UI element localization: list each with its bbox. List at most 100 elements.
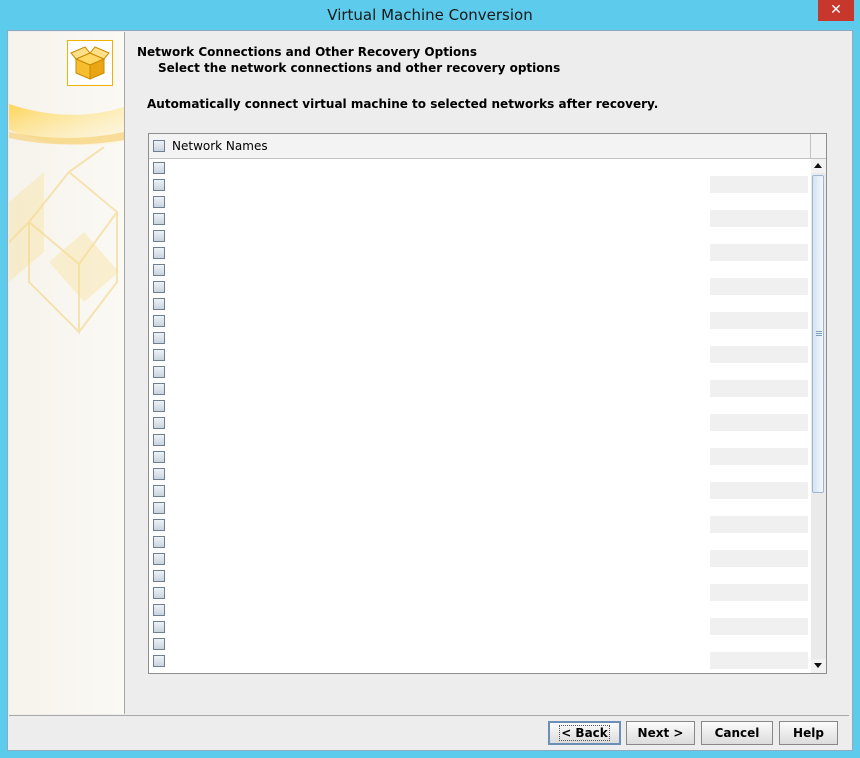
table-row[interactable] — [149, 431, 810, 448]
help-button[interactable]: Help — [779, 721, 838, 745]
network-checkbox[interactable] — [153, 264, 165, 276]
grip-line — [816, 333, 822, 334]
table-row[interactable] — [149, 618, 810, 635]
table-row[interactable] — [149, 482, 810, 499]
network-checkbox[interactable] — [153, 298, 165, 310]
select-all-checkbox[interactable] — [153, 140, 165, 152]
cancel-button[interactable]: Cancel — [701, 721, 773, 745]
network-checkbox[interactable] — [153, 400, 165, 412]
table-row[interactable] — [149, 380, 810, 397]
network-checkbox[interactable] — [153, 247, 165, 259]
network-rows — [149, 159, 810, 673]
network-checkbox[interactable] — [153, 213, 165, 225]
table-row[interactable] — [149, 414, 810, 431]
table-row[interactable] — [149, 635, 810, 652]
network-checkbox[interactable] — [153, 383, 165, 395]
table-header: Network Names — [149, 134, 826, 159]
row-stripe — [710, 482, 808, 499]
scroll-up-button[interactable] — [811, 159, 826, 173]
network-checkbox[interactable] — [153, 655, 165, 667]
scroll-down-button[interactable] — [811, 659, 826, 673]
back-button-label: < Back — [559, 725, 610, 741]
arrow-down-icon — [814, 663, 822, 668]
network-checkbox[interactable] — [153, 468, 165, 480]
scroll-thumb[interactable] — [812, 175, 824, 493]
network-checkbox[interactable] — [153, 485, 165, 497]
vertical-scrollbar[interactable] — [811, 159, 826, 673]
table-row[interactable] — [149, 295, 810, 312]
table-row[interactable] — [149, 210, 810, 227]
network-checkbox[interactable] — [153, 230, 165, 242]
table-row[interactable] — [149, 584, 810, 601]
network-checkbox[interactable] — [153, 587, 165, 599]
network-checkbox[interactable] — [153, 451, 165, 463]
table-row[interactable] — [149, 278, 810, 295]
table-row[interactable] — [149, 397, 810, 414]
wizard-content: Network Connections and Other Recovery O… — [125, 32, 849, 714]
title-bar: Virtual Machine Conversion ✕ — [0, 0, 860, 30]
network-checkbox[interactable] — [153, 502, 165, 514]
table-row[interactable] — [149, 159, 810, 176]
table-row[interactable] — [149, 261, 810, 278]
table-row[interactable] — [149, 448, 810, 465]
table-row[interactable] — [149, 227, 810, 244]
table-row[interactable] — [149, 363, 810, 380]
table-row[interactable] — [149, 550, 810, 567]
table-row[interactable] — [149, 652, 810, 669]
table-row[interactable] — [149, 329, 810, 346]
network-checkbox[interactable] — [153, 519, 165, 531]
network-checkbox[interactable] — [153, 332, 165, 344]
table-row[interactable] — [149, 244, 810, 261]
network-checkbox[interactable] — [153, 366, 165, 378]
table-row[interactable] — [149, 465, 810, 482]
row-stripe — [710, 210, 808, 227]
close-button[interactable]: ✕ — [818, 0, 854, 21]
network-checkbox[interactable] — [153, 196, 165, 208]
button-bar-separator — [9, 715, 849, 716]
row-stripe — [710, 618, 808, 635]
network-checkbox[interactable] — [153, 315, 165, 327]
row-stripe — [710, 516, 808, 533]
table-row[interactable] — [149, 601, 810, 618]
truncated-row-text: ... ... ... ... ... ... ... ... ... ... … — [189, 669, 473, 673]
page-title: Network Connections and Other Recovery O… — [137, 45, 477, 59]
network-checkbox[interactable] — [153, 638, 165, 650]
network-checkbox[interactable] — [153, 162, 165, 174]
row-stripe — [710, 278, 808, 295]
table-row[interactable] — [149, 193, 810, 210]
back-button[interactable]: < Back — [548, 721, 621, 745]
network-checkbox[interactable] — [153, 179, 165, 191]
network-checkbox[interactable] — [153, 621, 165, 633]
row-stripe — [710, 176, 808, 193]
wizard-side-panel — [9, 32, 125, 714]
decorative-box-watermark — [9, 104, 124, 335]
row-stripe — [710, 652, 808, 669]
network-checkbox[interactable] — [153, 434, 165, 446]
network-checkbox[interactable] — [153, 349, 165, 361]
table-row[interactable] — [149, 516, 810, 533]
next-button[interactable]: Next > — [626, 721, 695, 745]
network-names-column-header[interactable]: Network Names — [149, 134, 811, 158]
network-checkbox[interactable] — [153, 553, 165, 565]
row-stripe — [710, 550, 808, 567]
grip-line — [816, 335, 822, 336]
window-title: Virtual Machine Conversion — [327, 6, 533, 24]
row-stripe — [710, 312, 808, 329]
box-icon — [70, 46, 110, 80]
row-stripe — [710, 346, 808, 363]
row-stripe — [710, 584, 808, 601]
table-row[interactable] — [149, 176, 810, 193]
table-row[interactable] — [149, 499, 810, 516]
network-checkbox[interactable] — [153, 604, 165, 616]
network-checkbox[interactable] — [153, 570, 165, 582]
table-row[interactable] — [149, 567, 810, 584]
network-checkbox[interactable] — [153, 536, 165, 548]
network-table: Network Names ... ... ... ... ... ... ..… — [148, 133, 827, 674]
page-subtitle: Select the network connections and other… — [158, 61, 561, 75]
table-row[interactable] — [149, 533, 810, 550]
network-checkbox[interactable] — [153, 281, 165, 293]
grip-line — [816, 331, 822, 332]
table-row[interactable] — [149, 346, 810, 363]
network-checkbox[interactable] — [153, 417, 165, 429]
table-row[interactable] — [149, 312, 810, 329]
